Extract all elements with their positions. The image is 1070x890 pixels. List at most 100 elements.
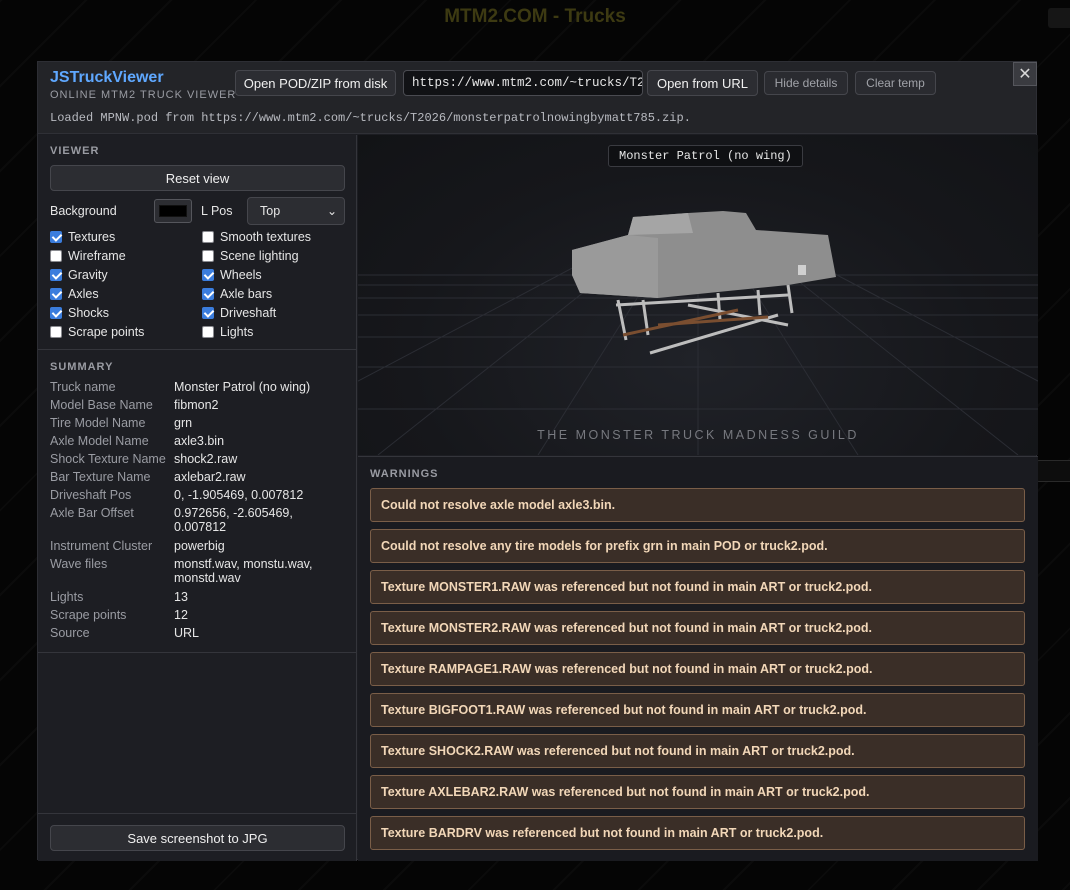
summary-key: Wave files [50,557,108,571]
checkbox-checked-icon[interactable] [202,269,214,281]
status-line: Loaded MPNW.pod from https://www.mtm2.co… [50,111,691,125]
summary-row: Model Base Name fibmon2 [50,398,350,412]
open-disk-button[interactable]: Open POD/ZIP from disk [235,70,396,96]
summary-key: Shock Texture Name [50,452,166,466]
summary-key: Scrape points [50,608,127,622]
option-label: Wheels [220,268,262,282]
warnings-section-label: WARNINGS [370,468,439,480]
checkbox-unchecked-icon[interactable] [202,231,214,243]
option-checkbox[interactable]: Textures [50,230,115,244]
truck-viewer-window: JSTruckViewer ONLINE MTM2 TRUCK VIEWER O… [37,61,1038,861]
checkbox-checked-icon[interactable] [50,231,62,243]
option-checkbox[interactable]: Lights [202,325,253,339]
checkbox-checked-icon[interactable] [50,288,62,300]
summary-key: Model Base Name [50,398,153,412]
app-subtitle: ONLINE MTM2 TRUCK VIEWER [50,89,237,101]
warning-item: Texture BARDRV was referenced but not fo… [370,816,1025,850]
option-checkbox[interactable]: Gravity [50,268,108,282]
summary-row: Axle Model Name axle3.bin [50,434,350,448]
warning-item: Texture BIGFOOT1.RAW was referenced but … [370,693,1025,727]
checkbox-checked-icon[interactable] [202,307,214,319]
section-divider [38,349,357,350]
viewer-section-label: VIEWER [50,145,100,157]
option-checkbox[interactable]: Wireframe [50,249,126,263]
option-checkbox[interactable]: Shocks [50,306,109,320]
option-checkbox[interactable]: Wheels [202,268,262,282]
summary-key: Tire Model Name [50,416,146,430]
option-label: Shocks [68,306,109,320]
option-label: Scrape points [68,325,145,339]
truck-model [572,211,836,355]
lpos-value: Top [260,204,281,218]
summary-row: Lights 13 [50,590,350,604]
warning-item: Texture SHOCK2.RAW was referenced but no… [370,734,1025,768]
option-label: Driveshaft [220,306,277,320]
option-checkbox[interactable]: Axle bars [202,287,272,301]
reset-view-button[interactable]: Reset view [50,165,345,191]
summary-value: 0, -1.905469, 0.007812 [174,488,304,502]
truck-name-label: Monster Patrol (no wing) [608,145,803,167]
option-label: Scene lighting [220,249,299,263]
summary-key: Lights [50,590,84,604]
3d-viewport[interactable]: Monster Patrol (no wing) THE MONSTER TRU… [358,135,1038,455]
summary-row: Tire Model Name grn [50,416,350,430]
lpos-label: L Pos [201,204,233,218]
save-screenshot-button[interactable]: Save screenshot to JPG [50,825,345,851]
warnings-panel: WARNINGS Could not resolve axle model ax… [358,456,1038,861]
app-title: JSTruckViewer [50,69,164,86]
checkbox-unchecked-icon[interactable] [50,326,62,338]
warning-item: Texture MONSTER1.RAW was referenced but … [370,570,1025,604]
summary-row: Bar Texture Name axlebar2.raw [50,470,350,484]
summary-value: axlebar2.raw [174,470,246,484]
summary-key: Driveshaft Pos [50,488,132,502]
page-title: MTM2.COM - Trucks [444,6,626,27]
top-right-control [1048,8,1070,28]
checkbox-checked-icon[interactable] [50,269,62,281]
summary-row: Driveshaft Pos 0, -1.905469, 0.007812 [50,488,350,502]
warning-item: Texture AXLEBAR2.RAW was referenced but … [370,775,1025,809]
option-label: Lights [220,325,254,339]
option-label: Gravity [68,268,108,282]
checkbox-checked-icon[interactable] [202,288,214,300]
warning-item: Could not resolve any tire models for pr… [370,529,1025,563]
clear-temp-button[interactable]: Clear temp [855,71,936,95]
left-panel: VIEWER Reset view Background L Pos Top ⌄… [38,135,357,861]
section-divider [38,813,357,814]
warning-item: Could not resolve axle model axle3.bin. [370,488,1025,522]
background-label: Background [50,204,117,218]
option-checkbox[interactable]: Axles [50,287,99,301]
summary-value: 13 [174,590,188,604]
checkbox-checked-icon[interactable] [50,307,62,319]
option-checkbox[interactable]: Driveshaft [202,306,276,320]
checkbox-unchecked-icon[interactable] [50,250,62,262]
checkbox-unchecked-icon[interactable] [202,250,214,262]
summary-key: Axle Bar Offset [50,506,134,520]
summary-key: Bar Texture Name [50,470,151,484]
warning-item: Texture RAMPAGE1.RAW was referenced but … [370,652,1025,686]
summary-value: grn [174,416,193,430]
close-button[interactable]: ✕ [1013,62,1037,86]
option-checkbox[interactable]: Smooth textures [202,230,311,244]
hide-details-button[interactable]: Hide details [764,71,848,95]
color-swatch [159,205,187,217]
summary-row: Source URL [50,626,350,640]
summary-value: Monster Patrol (no wing) [174,380,311,394]
lpos-select[interactable]: Top ⌄ [247,197,345,225]
url-input[interactable]: https://www.mtm2.com/~trucks/T2026/monst… [403,70,643,96]
summary-row: Scrape points 12 [50,608,350,622]
close-icon: ✕ [1018,66,1032,83]
background-color-picker[interactable] [154,199,192,223]
option-checkbox[interactable]: Scene lighting [202,249,299,263]
summary-key: Instrument Cluster [50,539,153,553]
summary-key: Axle Model Name [50,434,149,448]
chevron-down-icon: ⌄ [326,204,337,218]
summary-row: Axle Bar Offset 0.972656, -2.605469, 0.00… [50,506,350,534]
open-url-button[interactable]: Open from URL [647,70,758,96]
option-checkbox[interactable]: Scrape points [50,325,144,339]
option-label: Smooth textures [220,230,312,244]
checkbox-unchecked-icon[interactable] [202,326,214,338]
viewer-header: JSTruckViewer ONLINE MTM2 TRUCK VIEWER O… [38,62,1037,134]
summary-row: Shock Texture Name shock2.raw [50,452,350,466]
summary-value: 0.972656, -2.605469, 0.007812 [174,506,293,534]
scene-canvas [358,211,1038,455]
